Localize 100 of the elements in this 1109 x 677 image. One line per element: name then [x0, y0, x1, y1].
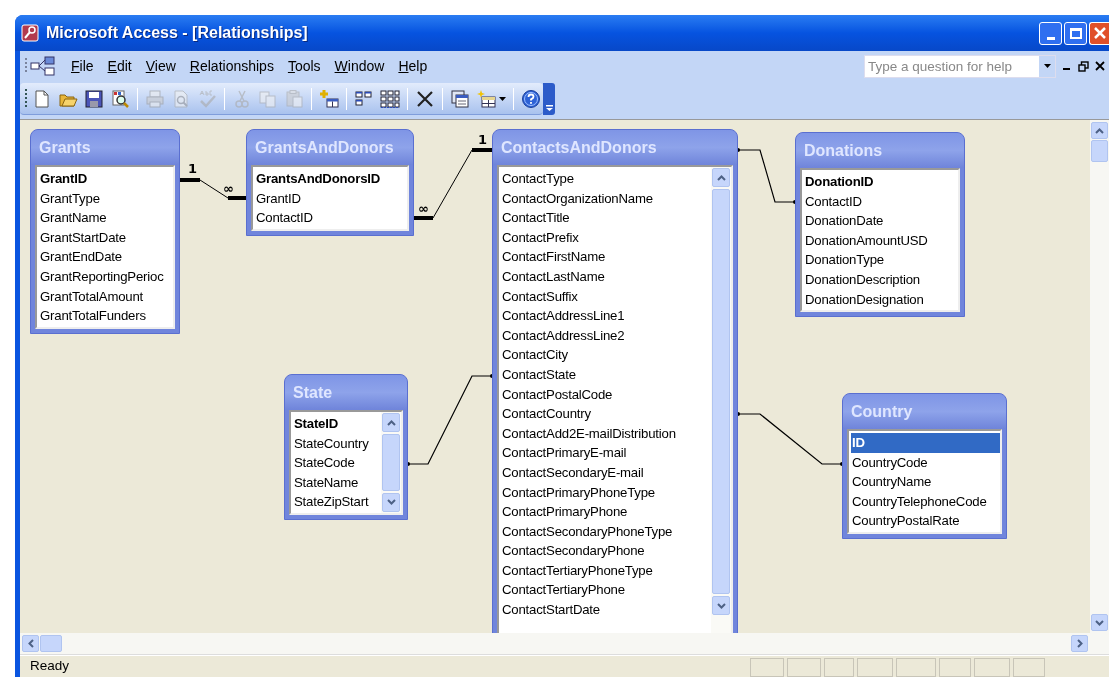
menu-item[interactable]: Edit — [100, 55, 139, 77]
field-name[interactable]: CountryName — [851, 472, 1000, 492]
table-window[interactable]: Grants GrantID GrantType GrantName GrantStartDate GrantEndDate GrantReportingPerioc GrantTotalAmount GrantTotalFunders — [30, 129, 180, 334]
relationship-line[interactable] — [414, 148, 492, 220]
cardinality-label: 1 — [188, 161, 198, 176]
field-name[interactable]: ContactAddressLine1 — [501, 306, 711, 326]
field-name[interactable]: GrantName — [39, 208, 173, 228]
field-name[interactable]: StateZipStart — [293, 492, 381, 512]
menu-item[interactable]: File — [64, 55, 101, 77]
list-scrollbar[interactable] — [381, 412, 401, 513]
scroll-thumb[interactable] — [382, 434, 400, 491]
field-name[interactable]: GrantID — [255, 188, 407, 209]
status-panel — [939, 658, 971, 677]
status-panel — [787, 658, 821, 677]
scroll-up-button[interactable] — [382, 413, 400, 432]
relationship-line[interactable] — [180, 178, 246, 200]
help-search-field[interactable]: Type a question for help — [864, 54, 1056, 78]
vertical-scrollbar[interactable] — [1090, 120, 1109, 633]
horizontal-scrollbar[interactable] — [20, 633, 1109, 655]
field-name[interactable]: ContactState — [501, 364, 711, 385]
table-window[interactable]: Country ID CountryCode CountryName CountryTelephoneCode CountryPostalRate — [842, 393, 1007, 539]
field-name[interactable]: ContactAdd2E-mailDistribution — [501, 423, 711, 444]
show-table-icon — [319, 88, 339, 109]
database-window-icon — [450, 88, 470, 109]
scroll-down-button[interactable] — [1091, 614, 1108, 631]
field-name[interactable]: ContactID — [255, 208, 407, 228]
close-icon[interactable] — [1095, 61, 1105, 71]
field-name[interactable]: DonationID — [804, 172, 958, 192]
status-panel — [857, 658, 893, 677]
field-name[interactable]: CountryTelephoneCode — [851, 491, 1000, 512]
scroll-down-button[interactable] — [712, 596, 730, 615]
field-name[interactable]: StateID — [293, 414, 381, 434]
field-name[interactable]: StateName — [293, 472, 381, 493]
scroll-up-button[interactable] — [1091, 122, 1108, 139]
toolbar-options-button[interactable] — [543, 83, 555, 115]
field-name[interactable]: ID — [851, 433, 1000, 453]
field-name[interactable]: StateCode — [293, 453, 381, 473]
field-name[interactable]: GrantReportingPerioc — [39, 266, 173, 287]
field-name[interactable]: ContactSecondaryPhoneType — [501, 521, 711, 542]
field-name[interactable]: GrantTotalAmount — [39, 286, 173, 307]
field-name[interactable]: GrantTotalFunders — [39, 306, 173, 326]
field-name[interactable]: ContactOrganizationName — [501, 188, 711, 209]
status-panel — [750, 658, 784, 677]
field-name[interactable]: DonationDate — [804, 211, 958, 231]
field-name[interactable]: ContactSuffix — [501, 286, 711, 307]
field-name[interactable]: GrantType — [39, 188, 173, 209]
table-window[interactable]: GrantsAndDonors GrantsAndDonorsID GrantID ContactID — [246, 129, 414, 236]
field-name[interactable]: ContactSecondaryPhone — [501, 541, 711, 561]
field-name[interactable]: GrantID — [39, 169, 173, 189]
new-file-icon — [32, 88, 52, 109]
minimize-button[interactable] — [1039, 21, 1062, 45]
field-name[interactable]: GrantsAndDonorsID — [255, 169, 407, 189]
field-name[interactable]: ContactTertiaryPhoneType — [501, 560, 711, 581]
close-button[interactable] — [1089, 21, 1109, 45]
scroll-thumb[interactable] — [40, 635, 62, 652]
scroll-thumb[interactable] — [1091, 140, 1108, 162]
save-icon — [84, 88, 104, 109]
field-name[interactable]: ContactCountry — [501, 404, 711, 424]
field-name[interactable]: ContactPostalCode — [501, 384, 711, 405]
field-name[interactable]: ContactType — [501, 169, 711, 189]
field-name[interactable]: ContactTertiaryPhone — [501, 580, 711, 601]
field-name[interactable]: ContactStartDate — [501, 600, 711, 620]
field-name[interactable]: ContactPrimaryPhoneType — [501, 482, 711, 503]
table-window[interactable]: Donations DonationID ContactID DonationDate DonationAmountUSD DonationType DonationDescription DonationDesignation — [795, 132, 965, 318]
maximize-button[interactable] — [1064, 21, 1087, 45]
field-name[interactable]: ContactAddressLine2 — [501, 325, 711, 346]
scroll-right-button[interactable] — [1071, 635, 1088, 652]
field-name[interactable]: ContactPrimaryPhone — [501, 502, 711, 522]
menu-item[interactable]: Relationships — [182, 55, 281, 77]
field-name[interactable]: ContactSecondaryE-mail — [501, 462, 711, 483]
scroll-thumb[interactable] — [712, 189, 730, 594]
scroll-left-button[interactable] — [22, 635, 39, 652]
field-name[interactable]: ContactFirstName — [501, 247, 711, 267]
field-name[interactable]: GrantStartDate — [39, 227, 173, 248]
scroll-up-button[interactable] — [712, 168, 730, 187]
field-name[interactable]: ContactPrefix — [501, 227, 711, 248]
field-name[interactable]: ContactTitle — [501, 208, 711, 228]
field-name[interactable]: DonationDesignation — [804, 289, 958, 310]
field-name[interactable]: ContactCity — [501, 345, 711, 365]
field-name[interactable]: DonationType — [804, 250, 958, 270]
scroll-down-button[interactable] — [382, 492, 400, 512]
field-name[interactable]: DonationAmountUSD — [804, 230, 958, 251]
field-name[interactable]: ContactPrimaryE-mail — [501, 443, 711, 463]
field-name[interactable]: CountryCode — [851, 452, 1000, 473]
menu-item[interactable]: Help — [391, 55, 435, 77]
field-name[interactable]: ContactLastName — [501, 266, 711, 287]
table-window[interactable]: State StateID StateCountry StateCode StateName StateZipStart — [284, 374, 408, 520]
field-name[interactable]: ContactID — [804, 191, 958, 212]
list-scrollbar[interactable] — [711, 167, 731, 633]
cardinality-label: ∞ — [223, 181, 234, 196]
table-title: State — [285, 375, 407, 410]
field-name[interactable]: GrantEndDate — [39, 247, 173, 267]
menu-item[interactable]: Tools — [280, 55, 328, 77]
field-name[interactable]: DonationDescription — [804, 269, 958, 290]
restore-icon[interactable] — [1078, 60, 1089, 72]
menu-item[interactable]: Window — [327, 55, 392, 77]
toolbar-grip[interactable] — [24, 87, 28, 110]
field-name[interactable]: CountryPostalRate — [851, 511, 1000, 531]
menu-item[interactable]: View — [138, 55, 183, 77]
field-name[interactable]: StateCountry — [293, 433, 381, 454]
